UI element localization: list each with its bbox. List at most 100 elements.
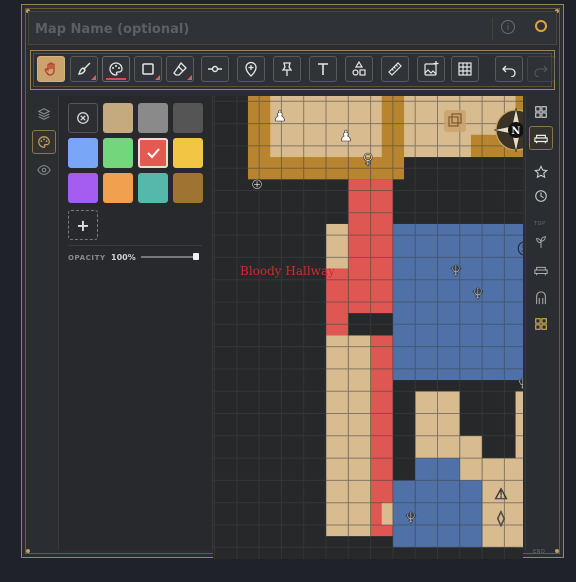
eye-icon [37, 165, 51, 175]
shapes-icon [352, 61, 366, 76]
color-swatch-yellow[interactable] [173, 138, 203, 168]
tiles-icon [535, 318, 547, 330]
marker-tool-button[interactable] [237, 56, 265, 82]
map-text-label[interactable]: Bloody Hallway [240, 264, 335, 278]
color-swatch-teal[interactable] [138, 173, 168, 203]
info-icon[interactable]: i [501, 20, 515, 34]
measure-tool-button[interactable] [381, 56, 409, 82]
opacity-value: 100% [111, 253, 136, 262]
sofa-icon [534, 266, 548, 276]
clock-icon [535, 190, 547, 202]
text-tool-button[interactable] [309, 56, 337, 82]
copy-selection-icon[interactable] [444, 110, 466, 132]
opacity-label: OPACITY [68, 254, 106, 262]
redo-icon [534, 65, 548, 77]
marker-token-icon[interactable]: ♀ [362, 150, 374, 169]
opacity-slider[interactable] [141, 253, 199, 260]
square-icon [142, 63, 154, 75]
trident-token-icon[interactable]: ♆ [404, 509, 418, 528]
color-swatch-dark-gray[interactable] [173, 103, 203, 133]
active-color-bar [106, 78, 126, 80]
svg-text:N: N [511, 126, 520, 137]
palette-icon [38, 136, 50, 148]
favorites-button[interactable] [529, 160, 553, 184]
trident-token-icon[interactable]: ♆ [449, 262, 463, 281]
color-swatch-blue[interactable] [68, 138, 98, 168]
title-bar: i [28, 11, 557, 45]
star-icon [534, 165, 548, 179]
loot-token-icon[interactable]: Ⓢ [517, 240, 523, 259]
opacity-slider-thumb[interactable] [193, 253, 199, 260]
left-sidebar [30, 96, 59, 550]
color-swatch-orange[interactable] [103, 173, 133, 203]
pushpin-tool-button[interactable] [273, 56, 301, 82]
color-tool-button[interactable] [102, 56, 130, 82]
right-sidebar: TOP END [525, 96, 558, 555]
color-swatch-green[interactable] [103, 138, 133, 168]
plant-category-button[interactable] [529, 230, 553, 254]
objects-tool-button[interactable] [345, 56, 373, 82]
image-tool-button[interactable] [417, 56, 445, 82]
submenu-indicator [155, 75, 160, 80]
line-tool-button[interactable] [201, 56, 229, 82]
submenu-indicator [187, 75, 192, 80]
map-water-tile[interactable] [459, 480, 483, 548]
end-section-label: END [533, 549, 546, 555]
layers-button[interactable] [32, 102, 56, 126]
color-swatch-purple[interactable] [68, 173, 98, 203]
grid-tool-button[interactable] [451, 56, 479, 82]
palette-panel-button[interactable] [32, 130, 56, 154]
couch-icon [534, 134, 548, 144]
sofa-category-button[interactable] [529, 258, 553, 282]
eraser-tool-button[interactable] [166, 56, 194, 82]
redo-button[interactable] [527, 56, 555, 82]
shape-tool-button[interactable] [134, 56, 162, 82]
tiles-category-button[interactable] [529, 312, 553, 336]
palette-icon [109, 62, 123, 76]
crosshair-token-icon[interactable]: ⊕ [250, 175, 264, 194]
diamond-token-icon[interactable]: ◊ [497, 509, 506, 528]
color-swatch-brown[interactable] [173, 173, 203, 203]
map-floor-tile[interactable] [326, 223, 349, 269]
pin-add-icon [245, 61, 257, 77]
hand-icon [44, 62, 55, 76]
undo-button[interactable] [495, 56, 523, 82]
trident-token-icon[interactable]: ♆ [516, 375, 523, 394]
doorway-category-button[interactable] [529, 286, 553, 310]
warning-token-icon[interactable]: ⚠ [494, 485, 508, 504]
ruler-icon [388, 62, 402, 76]
color-swatch-tan[interactable] [103, 103, 133, 133]
check-icon [147, 148, 160, 159]
panel-toggle-button[interactable] [529, 100, 553, 124]
recent-button[interactable] [529, 184, 553, 208]
statue-token-icon[interactable]: ♟ [273, 107, 287, 126]
pushpin-icon [281, 62, 293, 76]
text-icon [318, 63, 328, 75]
statue-token-icon[interactable]: ♟ [339, 127, 353, 146]
color-swatch-red[interactable] [138, 138, 168, 168]
archway-icon [536, 291, 546, 305]
brush-icon [77, 62, 91, 75]
trident-token-icon[interactable]: ♆ [471, 285, 485, 304]
pan-tool-button[interactable] [37, 56, 65, 82]
brush-tool-button[interactable] [70, 56, 98, 82]
layers-icon [37, 108, 51, 120]
map-grid[interactable]: ♟ ♟ ♀ ⊕ ♆ ♆ ♆ ♆ ⚠ ◊ Ⓢ N [213, 96, 523, 559]
plant-icon [536, 236, 546, 249]
title-separator [492, 18, 493, 40]
map-floor-tile[interactable] [381, 502, 393, 525]
furniture-category-button[interactable] [529, 126, 553, 150]
map-floor-tile[interactable] [515, 391, 523, 548]
add-color-button[interactable]: + [68, 210, 98, 240]
color-swatch-clear[interactable] [68, 103, 98, 133]
submenu-indicator [91, 75, 96, 80]
color-swatch-gray[interactable] [138, 103, 168, 133]
status-ring-icon[interactable] [535, 20, 547, 32]
visibility-button[interactable] [32, 158, 56, 182]
map-name-input[interactable] [35, 20, 335, 38]
panel-divider [68, 245, 202, 246]
map-canvas[interactable]: ♟ ♟ ♀ ⊕ ♆ ♆ ♆ ♆ ⚠ ◊ Ⓢ N Bloody Hallway [213, 96, 523, 559]
line-point-icon [208, 65, 222, 73]
grid-layout-icon [535, 106, 547, 118]
main-toolbar [30, 50, 555, 90]
